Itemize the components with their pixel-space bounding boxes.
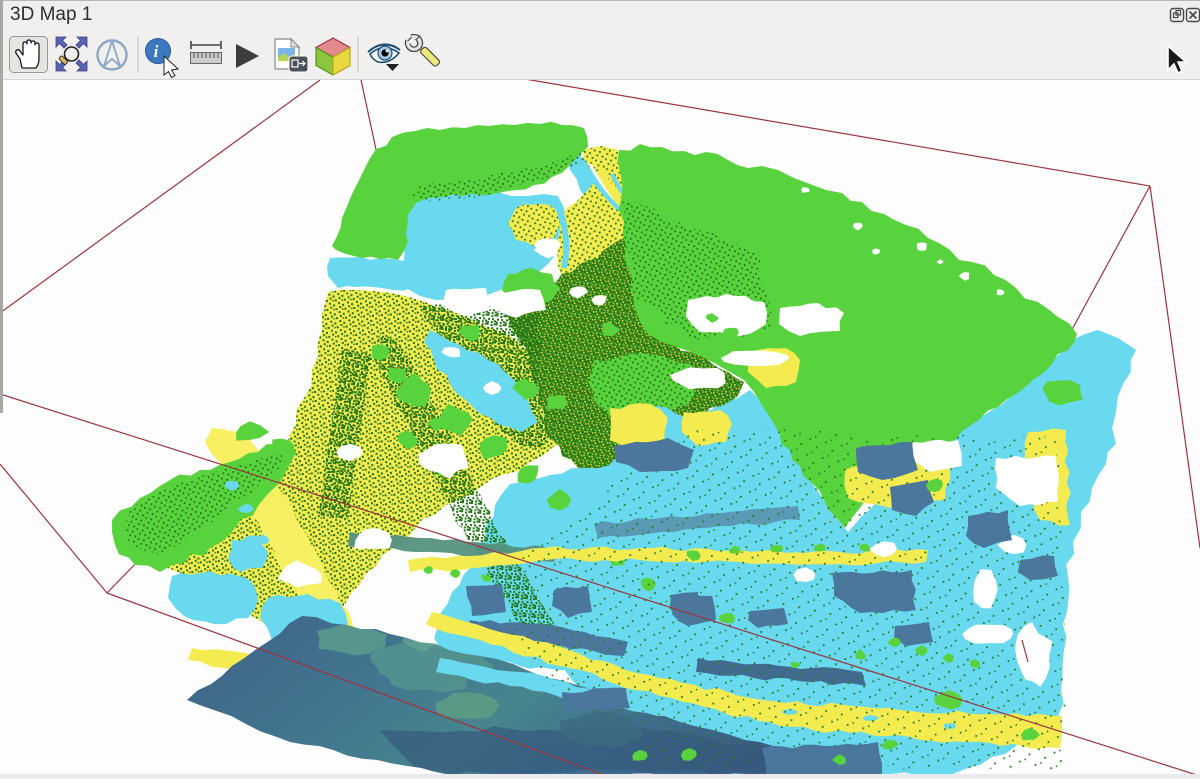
svg-text:i: i (154, 42, 159, 61)
